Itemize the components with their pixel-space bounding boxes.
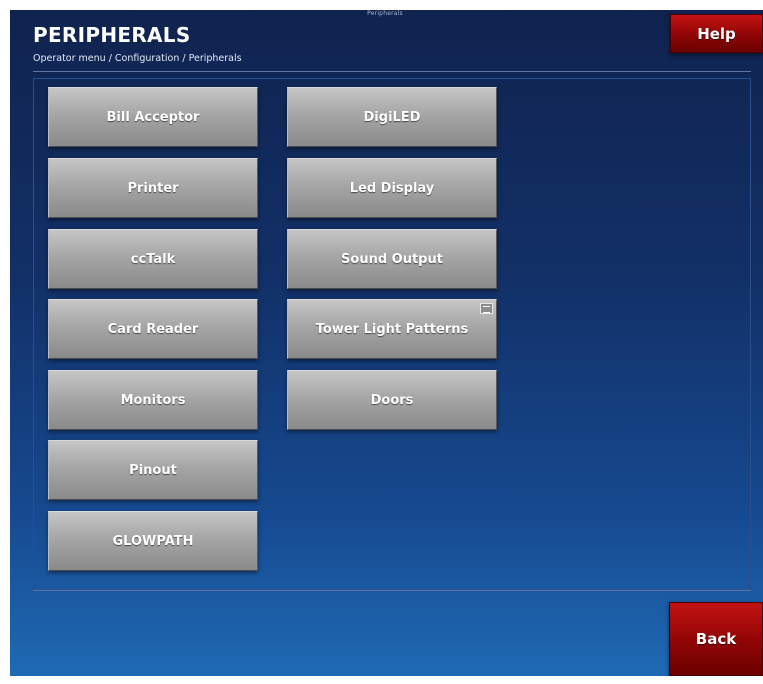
led-display-button[interactable]: Led Display <box>287 158 497 218</box>
back-button[interactable]: Back <box>669 602 763 676</box>
page-title: PERIPHERALS <box>33 23 191 47</box>
bill-acceptor-button[interactable]: Bill Acceptor <box>48 87 258 147</box>
pinout-button[interactable]: Pinout <box>48 440 258 500</box>
tower-light-patterns-label: Tower Light Patterns <box>315 321 469 337</box>
help-button[interactable]: Help <box>670 14 763 53</box>
breadcrumb: Operator menu / Configuration / Peripher… <box>33 53 242 64</box>
top-caption: Peripherals <box>367 10 403 17</box>
peripherals-screen: Peripherals PERIPHERALS Operator menu / … <box>10 10 763 676</box>
printer-button[interactable]: Printer <box>48 158 258 218</box>
sound-output-button[interactable]: Sound Output <box>287 229 497 289</box>
tower-light-patterns-button[interactable]: Tower Light Patterns <box>287 299 497 359</box>
window-corner-icon <box>480 303 493 314</box>
header-divider <box>33 71 751 72</box>
card-reader-button[interactable]: Card Reader <box>48 299 258 359</box>
cctalk-button[interactable]: ccTalk <box>48 229 258 289</box>
doors-button[interactable]: Doors <box>287 370 497 430</box>
footer-divider <box>33 590 751 591</box>
glowpath-button[interactable]: GLOWPATH <box>48 511 258 571</box>
digiled-button[interactable]: DigiLED <box>287 87 497 147</box>
monitors-button[interactable]: Monitors <box>48 370 258 430</box>
